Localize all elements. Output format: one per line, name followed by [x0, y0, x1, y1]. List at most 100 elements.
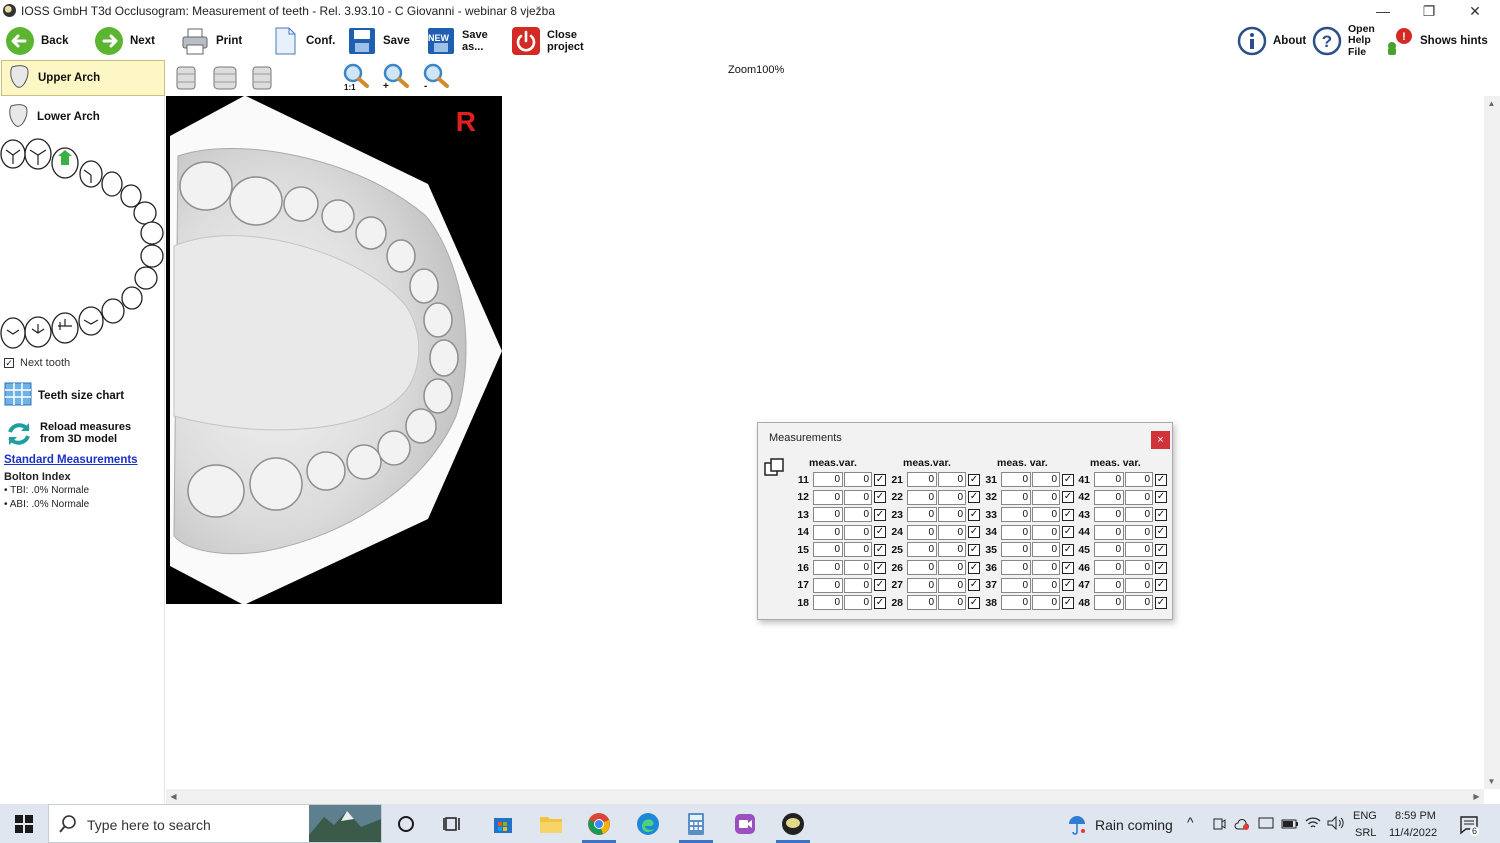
language-code[interactable]: ENG — [1353, 810, 1377, 822]
cortana-button[interactable] — [383, 804, 429, 843]
variation-field[interactable]: 0 — [844, 524, 872, 540]
scroll-left-arrow-icon[interactable]: ◀ — [166, 789, 181, 804]
variation-field[interactable]: 0 — [1125, 542, 1153, 558]
measure-field[interactable]: 0 — [813, 524, 843, 540]
variation-field[interactable]: 0 — [844, 595, 872, 611]
measure-field[interactable]: 0 — [1094, 560, 1124, 575]
conf-button[interactable]: Conf. — [270, 24, 335, 58]
upper-arch-button[interactable]: Upper Arch — [1, 60, 165, 96]
measure-field[interactable]: 0 — [907, 524, 937, 540]
close-window-button[interactable]: ✕ — [1452, 0, 1498, 22]
variation-field[interactable]: 0 — [938, 472, 966, 487]
scroll-right-arrow-icon[interactable]: ▶ — [1469, 789, 1484, 804]
next-tooth-check[interactable]: ✓ — [4, 358, 14, 368]
about-button[interactable]: About — [1237, 24, 1306, 58]
variation-field[interactable]: 0 — [938, 542, 966, 558]
taskbar-search[interactable]: Type here to search — [48, 804, 382, 843]
tooth-selector-diagram[interactable] — [0, 136, 165, 356]
video-app[interactable] — [722, 804, 768, 843]
variation-field[interactable]: 0 — [938, 489, 966, 505]
measure-field[interactable]: 0 — [813, 542, 843, 558]
measure-field[interactable]: 0 — [813, 560, 843, 575]
measure-field[interactable]: 0 — [1001, 507, 1031, 523]
restore-button[interactable]: ❐ — [1406, 0, 1452, 22]
view-side-icon[interactable] — [212, 65, 238, 91]
cloud-icon[interactable] — [1234, 817, 1250, 831]
variation-field[interactable]: 0 — [1125, 507, 1153, 523]
ioss-app[interactable] — [770, 804, 816, 843]
variation-field[interactable]: 0 — [938, 577, 966, 593]
chrome-app[interactable] — [576, 804, 622, 843]
task-view-button[interactable] — [430, 804, 476, 843]
meet-now-icon[interactable] — [1212, 817, 1226, 831]
measure-field[interactable]: 0 — [1001, 542, 1031, 558]
measure-field[interactable]: 0 — [907, 542, 937, 558]
copy-icon[interactable] — [763, 457, 785, 479]
reload-measures-button[interactable]: Reload measures from 3D model — [4, 419, 131, 452]
model-view[interactable]: R — [166, 96, 502, 604]
variation-field[interactable]: 0 — [1125, 524, 1153, 540]
measure-field[interactable]: 0 — [813, 507, 843, 523]
measure-field[interactable]: 0 — [1001, 472, 1031, 487]
measure-field[interactable]: 0 — [1001, 489, 1031, 505]
weather-rain-icon[interactable] — [1066, 813, 1088, 835]
measure-field[interactable]: 0 — [907, 560, 937, 575]
measure-field[interactable]: 0 — [1094, 577, 1124, 593]
measure-field[interactable]: 0 — [907, 507, 937, 523]
standard-measurements-link[interactable]: Standard Measurements — [4, 454, 138, 466]
store-app[interactable] — [480, 804, 526, 843]
save-button[interactable]: Save — [347, 24, 410, 58]
wifi-icon[interactable] — [1305, 816, 1321, 830]
help-button[interactable]: ? Open Help File — [1312, 23, 1375, 58]
close-project-button[interactable]: Close project — [511, 24, 584, 58]
zoom-1to1-button[interactable]: 1:1 — [342, 62, 370, 94]
weather-text[interactable]: Rain coming — [1095, 817, 1173, 833]
variation-field[interactable]: 0 — [1032, 595, 1060, 611]
measure-field[interactable]: 0 — [1001, 577, 1031, 593]
measure-field[interactable]: 0 — [907, 577, 937, 593]
variation-field[interactable]: 0 — [1032, 472, 1060, 487]
hints-button[interactable]: ! Shows hints — [1384, 24, 1488, 58]
measure-field[interactable]: 0 — [813, 577, 843, 593]
measure-field[interactable]: 0 — [1094, 489, 1124, 505]
variation-field[interactable]: 0 — [1125, 560, 1153, 575]
measure-field[interactable]: 0 — [907, 595, 937, 611]
next-button[interactable]: Next — [94, 24, 155, 58]
measure-field[interactable]: 0 — [1001, 524, 1031, 540]
clock-date[interactable]: 11/4/2022 — [1389, 827, 1437, 839]
measure-field[interactable]: 0 — [1094, 542, 1124, 558]
measure-field[interactable]: 0 — [1094, 595, 1124, 611]
variation-field[interactable]: 0 — [844, 507, 872, 523]
save-as-button[interactable]: NEW Save as... — [426, 24, 488, 58]
measure-field[interactable]: 0 — [813, 595, 843, 611]
keyboard-layout[interactable]: SRL — [1355, 827, 1376, 839]
tray-chevron-icon[interactable]: ^ — [1187, 814, 1194, 830]
measure-field[interactable]: 0 — [1094, 524, 1124, 540]
variation-field[interactable]: 0 — [1125, 595, 1153, 611]
variation-field[interactable]: 0 — [844, 560, 872, 575]
battery-icon[interactable] — [1281, 819, 1299, 829]
file-explorer-app[interactable] — [528, 804, 574, 843]
include-checkbox[interactable]: ✓ — [1155, 491, 1167, 504]
next-tooth-checkbox[interactable]: ✓ Next tooth — [4, 357, 70, 369]
include-checkbox[interactable]: ✓ — [1155, 561, 1167, 574]
print-button[interactable]: Print — [180, 24, 242, 58]
variation-field[interactable]: 0 — [844, 489, 872, 505]
display-icon[interactable] — [1258, 817, 1274, 831]
measure-field[interactable]: 0 — [1001, 560, 1031, 575]
variation-field[interactable]: 0 — [1032, 507, 1060, 523]
variation-field[interactable]: 0 — [938, 507, 966, 523]
include-checkbox[interactable]: ✓ — [1155, 526, 1167, 539]
measure-field[interactable]: 0 — [1001, 595, 1031, 611]
include-checkbox[interactable]: ✓ — [1155, 579, 1167, 592]
view-back-icon[interactable] — [251, 65, 273, 91]
zoom-out-button[interactable]: - — [422, 62, 450, 94]
lower-arch-button[interactable]: Lower Arch — [1, 99, 165, 135]
measure-field[interactable]: 0 — [813, 489, 843, 505]
variation-field[interactable]: 0 — [844, 472, 872, 487]
start-button[interactable] — [0, 804, 48, 843]
measurements-close-button[interactable]: × — [1151, 431, 1170, 449]
variation-field[interactable]: 0 — [938, 560, 966, 575]
teeth-size-chart-button[interactable]: Teeth size chart — [4, 382, 124, 409]
include-checkbox[interactable]: ✓ — [1155, 508, 1167, 521]
